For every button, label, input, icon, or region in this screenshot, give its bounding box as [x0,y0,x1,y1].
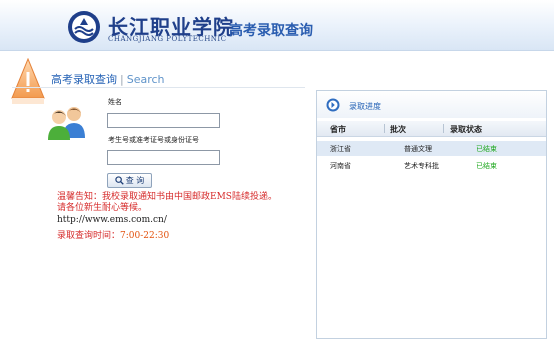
site-title: 高考录取查询 [229,23,313,39]
arrow-right-circle-icon [326,98,340,112]
row-status: 已结束 [476,145,497,153]
section-divider [12,87,305,88]
col-status: 录取状态 [450,125,482,134]
name-input[interactable] [107,113,220,128]
col-separator [443,124,444,133]
search-button[interactable]: 查 询 [107,173,152,188]
notice-text: 温馨告知：我校录取通知书由中国邮政EMS陆续投递。请各位新生耐心等候。 [57,192,277,213]
ems-url: http://www.ems.com.cn/ [57,215,167,225]
col-province: 省市 [330,125,346,134]
table-header: 省市 批次 录取状态 [317,121,546,137]
query-hours-label: 录取查询时间： [57,231,121,241]
college-name-en: CHANGJIANG POLYTECHNIC [108,35,227,43]
row-status: 已结束 [476,162,497,170]
section-title-en: Search [126,73,165,86]
row-batch: 艺术专科批 [404,162,439,170]
panel-header: 录取进度 [317,91,546,118]
name-label: 姓名 [108,98,122,106]
admission-progress-panel: 录取进度 省市 批次 录取状态 浙江省 普通文理 已结束 河南省 艺术专科批 已… [316,90,547,339]
page-header: 长江职业学院 CHANGJIANG POLYTECHNIC 高考录取查询 [0,0,554,51]
panel-title: 录取进度 [349,102,381,111]
query-hours: 录取查询时间：7:00-22:30 [57,228,169,241]
college-emblem-icon [68,11,100,43]
row-province: 浙江省 [330,145,351,153]
col-separator [384,124,385,133]
warning-icon [11,58,45,104]
col-batch: 批次 [390,125,406,134]
users-icon [48,107,85,140]
table-row[interactable]: 浙江省 普通文理 已结束 [317,141,546,156]
id-input[interactable] [107,150,220,165]
section-title: 高考录取查询 | Search [51,71,165,87]
row-batch: 普通文理 [404,145,432,153]
id-label: 考生号或准考证号或身份证号 [108,136,199,144]
section-title-cn: 高考录取查询 [51,73,117,86]
section-title-separator: | [120,73,124,86]
magnifier-icon [115,176,124,185]
query-hours-value: 7:00-22:30 [120,231,170,241]
search-button-label: 查 询 [125,176,145,185]
table-row[interactable]: 河南省 艺术专科批 已结束 [317,158,546,173]
row-province: 河南省 [330,162,351,170]
